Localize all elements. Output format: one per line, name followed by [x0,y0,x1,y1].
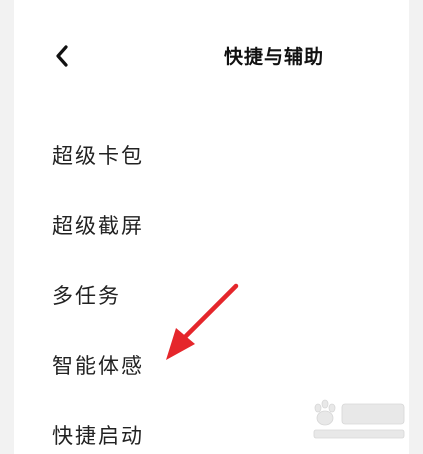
menu-item-super-screenshot[interactable]: 超级截屏 [14,190,409,260]
menu-item-super-card-wallet[interactable]: 超级卡包 [14,120,409,190]
header-bar: 快捷与辅助 [14,24,409,88]
menu-item-label: 智能体感 [52,354,144,378]
menu-item-multitasking[interactable]: 多任务 [14,260,409,330]
back-button[interactable] [44,38,80,74]
menu-item-quick-launch[interactable]: 快捷启动 [14,400,409,454]
menu-item-label: 超级截屏 [52,214,144,238]
chevron-left-icon [56,45,68,67]
menu-item-label: 多任务 [52,284,121,308]
menu-item-smart-motion[interactable]: 智能体感 [14,330,409,400]
page-title: 快捷与辅助 [224,46,325,68]
settings-menu-list: 超级卡包 超级截屏 多任务 智能体感 快捷启动 [14,120,409,454]
menu-item-label: 超级卡包 [52,144,144,168]
settings-screen: 快捷与辅助 超级卡包 超级截屏 多任务 智能体感 快捷启动 [14,0,409,454]
menu-item-label: 快捷启动 [52,424,144,448]
